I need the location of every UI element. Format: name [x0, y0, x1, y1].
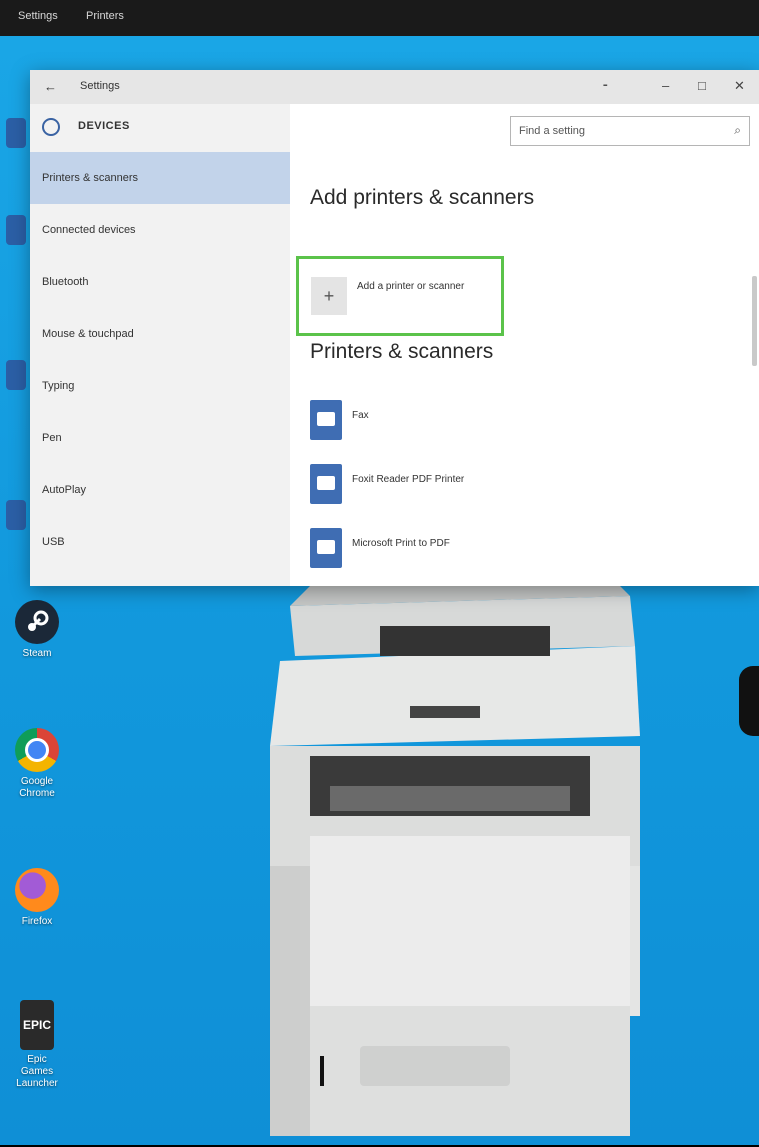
desktop-icon-epic[interactable]: EPIC Epic Games Launcher [10, 1000, 64, 1090]
sidebar-item-autoplay[interactable]: AutoPlay [30, 464, 290, 516]
topbar-item-left: Settings [18, 10, 58, 22]
close-button[interactable]: ✕ [734, 78, 745, 94]
sidebar-item-bluetooth[interactable]: Bluetooth [30, 256, 290, 308]
desktop-icon-steam[interactable]: Steam [10, 600, 64, 660]
minimize-button[interactable]: – [662, 78, 669, 93]
sidebar-item-label: AutoPlay [42, 484, 87, 496]
add-printer-button[interactable]: + Add a printer or scanner [296, 256, 504, 336]
partial-desktop-icon[interactable] [6, 500, 26, 530]
printer-name: Microsoft Print to PDF [352, 538, 450, 549]
main-content: Add printers & scanners + Add a printer … [290, 104, 759, 586]
sidebar-item-label: Mouse & touchpad [42, 328, 134, 340]
desktop-icon-firefox[interactable]: Firefox [10, 868, 64, 928]
back-arrow-icon[interactable]: ← [44, 79, 57, 94]
partial-desktop-icon[interactable] [6, 118, 26, 148]
sidebar-item-label: Printers & scanners [42, 172, 138, 184]
add-printer-label: Add a printer or scanner [357, 281, 465, 292]
scrollbar[interactable] [752, 276, 757, 366]
printer-item-foxit[interactable]: Foxit Reader PDF Printer [310, 464, 710, 508]
window-title: Settings [80, 80, 120, 92]
printer-icon [310, 464, 342, 504]
desktop-icon-label: Google Chrome [19, 776, 55, 799]
sidebar-item-typing[interactable]: Typing [30, 360, 290, 412]
section-title: DEVICES [78, 120, 130, 132]
desktop-icon-label: Firefox [21, 916, 53, 927]
printer-name: Foxit Reader PDF Printer [352, 474, 465, 485]
title-bar: ← Settings ⁃ – □ ✕ [30, 70, 759, 104]
desktop-edge-object [739, 666, 759, 736]
sidebar-item-mouse-touchpad[interactable]: Mouse & touchpad [30, 308, 290, 360]
sidebar-header: DEVICES [30, 104, 290, 152]
sidebar-item-connected-devices[interactable]: Connected devices [30, 204, 290, 256]
printers-list-heading: Printers & scanners [310, 340, 494, 363]
partial-desktop-icon[interactable] [6, 215, 26, 245]
sidebar-item-usb[interactable]: USB [30, 516, 290, 568]
settings-window: ← Settings ⁃ – □ ✕ DEVICES Printers & sc… [30, 70, 759, 586]
sidebar: DEVICES Printers & scanners Connected de… [30, 104, 290, 586]
desktop-icon-chrome[interactable]: Google Chrome [10, 728, 64, 800]
partial-desktop-icon[interactable] [6, 360, 26, 390]
pdf-printer-icon [310, 528, 342, 568]
desktop-icon-label: Steam [22, 648, 52, 659]
maximize-button[interactable]: □ [698, 78, 706, 93]
pin-icon[interactable]: ⁃ [602, 78, 609, 94]
add-printers-heading: Add printers & scanners [310, 186, 535, 209]
epic-games-icon: EPIC [20, 1000, 54, 1050]
sidebar-item-label: Bluetooth [42, 276, 89, 288]
printer-item-fax[interactable]: Fax [310, 400, 710, 444]
top-bar: Settings Printers [0, 0, 759, 36]
printer-photo [250, 586, 650, 1142]
topbar-item-right: Printers [86, 10, 124, 22]
printer-item-microsoft-pdf[interactable]: Microsoft Print to PDF [310, 528, 710, 572]
plus-icon: + [311, 277, 347, 315]
printer-name: Fax [352, 410, 369, 421]
sidebar-item-printers-scanners[interactable]: Printers & scanners [30, 152, 290, 204]
steam-icon [15, 600, 59, 644]
sidebar-item-label: USB [42, 536, 65, 548]
sidebar-item-label: Connected devices [42, 224, 136, 236]
chrome-icon [15, 728, 59, 772]
sidebar-item-pen[interactable]: Pen [30, 412, 290, 464]
printer-icon [310, 400, 342, 440]
firefox-icon [15, 868, 59, 912]
gear-icon [42, 118, 60, 136]
desktop-icon-label: Epic Games Launcher [16, 1054, 58, 1089]
sidebar-item-label: Pen [42, 432, 62, 444]
sidebar-item-label: Typing [42, 380, 75, 392]
